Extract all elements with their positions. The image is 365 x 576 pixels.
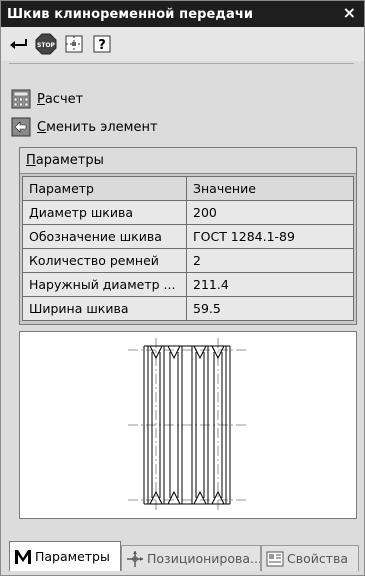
title-bar: Шкив клиноременной передачи ×	[1, 1, 364, 27]
parameters-icon	[14, 548, 32, 566]
tab-positioning[interactable]: Позиционирова...	[121, 545, 261, 571]
pulley-drawing	[128, 338, 246, 512]
param-value[interactable]: 2	[186, 248, 354, 273]
close-icon[interactable]: ×	[343, 3, 356, 23]
table-row[interactable]: Ширина шкива 59.5	[22, 296, 354, 321]
calculate-button[interactable]: Расчет	[11, 87, 83, 111]
change-element-icon	[11, 117, 31, 137]
help-icon[interactable]: ?	[91, 33, 113, 55]
table-row[interactable]: Количество ремней 2	[22, 248, 354, 273]
enter-icon[interactable]	[7, 33, 29, 55]
tab-label: Свойства	[287, 551, 349, 566]
header-value: Значение	[186, 176, 354, 201]
param-value[interactable]: 59.5	[186, 296, 354, 321]
grid-icon[interactable]	[63, 33, 85, 55]
table-row[interactable]: Диаметр шкива 200	[22, 200, 354, 225]
param-name: Диаметр шкива	[22, 200, 187, 225]
table-row[interactable]: Наружный диаметр ... 211.4	[22, 272, 354, 297]
header-parameter: Параметр	[22, 176, 187, 201]
table-header-row: Параметр Значение	[22, 176, 354, 201]
positioning-icon	[126, 550, 144, 568]
properties-icon	[266, 550, 284, 568]
tab-label: Позиционирова...	[147, 551, 261, 566]
calculator-icon	[11, 89, 31, 109]
change-element-button[interactable]: Сменить элемент	[11, 115, 158, 139]
parameters-panel: Параметры Параметр Значение Диаметр шкив…	[19, 147, 357, 325]
param-name: Обозначение шкива	[22, 224, 187, 249]
help-label: ?	[98, 38, 106, 53]
pulley-preview	[19, 331, 357, 519]
param-name: Ширина шкива	[22, 296, 187, 321]
dialog-window: Шкив клиноременной передачи × STOP ? Рас…	[0, 0, 365, 576]
param-value[interactable]: ГОСТ 1284.1-89	[186, 224, 354, 249]
tab-properties[interactable]: Свойства	[261, 545, 359, 571]
parameters-table: Параметр Значение Диаметр шкива 200 Обоз…	[22, 176, 354, 321]
stop-icon[interactable]: STOP	[35, 33, 57, 55]
stop-label: STOP	[37, 42, 56, 49]
toolbar: STOP ?	[1, 27, 364, 61]
bottom-tabs: Параметры Позиционирова... Свойства	[9, 541, 361, 571]
table-row[interactable]: Обозначение шкива ГОСТ 1284.1-89	[22, 224, 354, 249]
tab-label: Параметры	[35, 549, 110, 564]
param-value[interactable]: 200	[186, 200, 354, 225]
param-value[interactable]: 211.4	[186, 272, 354, 297]
param-name: Наружный диаметр ...	[22, 272, 187, 297]
window-title: Шкив клиноременной передачи	[7, 6, 254, 22]
parameters-panel-title: Параметры	[20, 148, 356, 174]
divider	[9, 63, 354, 64]
calculate-label: Расчет	[37, 91, 84, 107]
param-name: Количество ремней	[22, 248, 187, 273]
tab-parameters[interactable]: Параметры	[9, 541, 121, 571]
change-element-label: Сменить элемент	[37, 119, 158, 135]
